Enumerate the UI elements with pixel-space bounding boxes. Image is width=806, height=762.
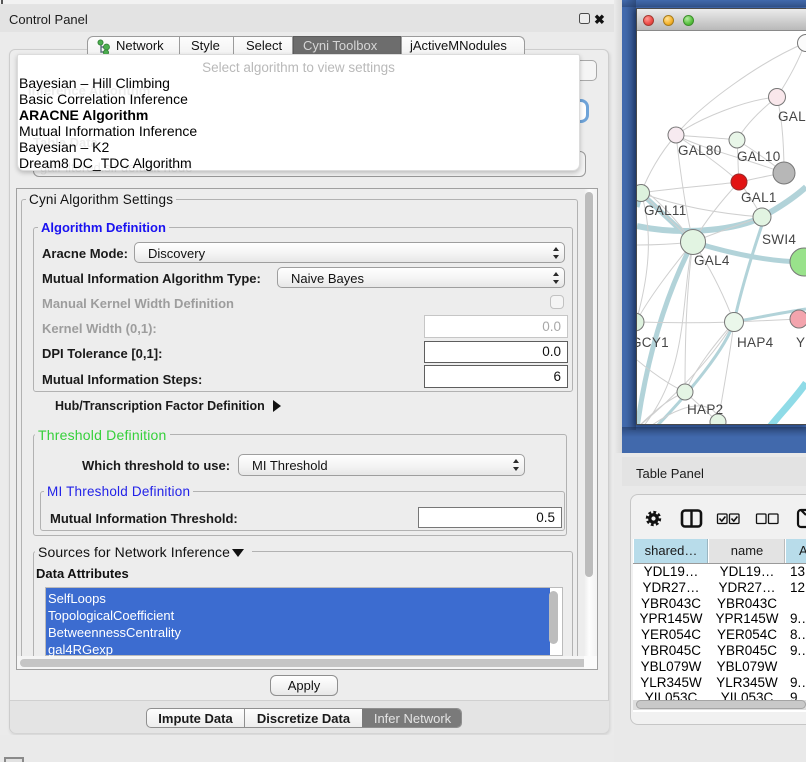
svg-text:GAL80: GAL80: [678, 143, 722, 158]
svg-text:GAL: GAL: [778, 109, 806, 124]
svg-text:HAP2: HAP2: [687, 402, 723, 417]
svg-text:GAL11: GAL11: [644, 203, 687, 218]
svg-text:GAL4: GAL4: [694, 253, 730, 268]
svg-text:GAL1: GAL1: [741, 190, 777, 205]
svg-text:GAL10: GAL10: [737, 149, 781, 164]
svg-text:HAP4: HAP4: [737, 335, 774, 350]
svg-text:Y: Y: [796, 335, 805, 350]
svg-text:SWI4: SWI4: [762, 232, 796, 247]
svg-text:GCY1: GCY1: [637, 335, 669, 350]
